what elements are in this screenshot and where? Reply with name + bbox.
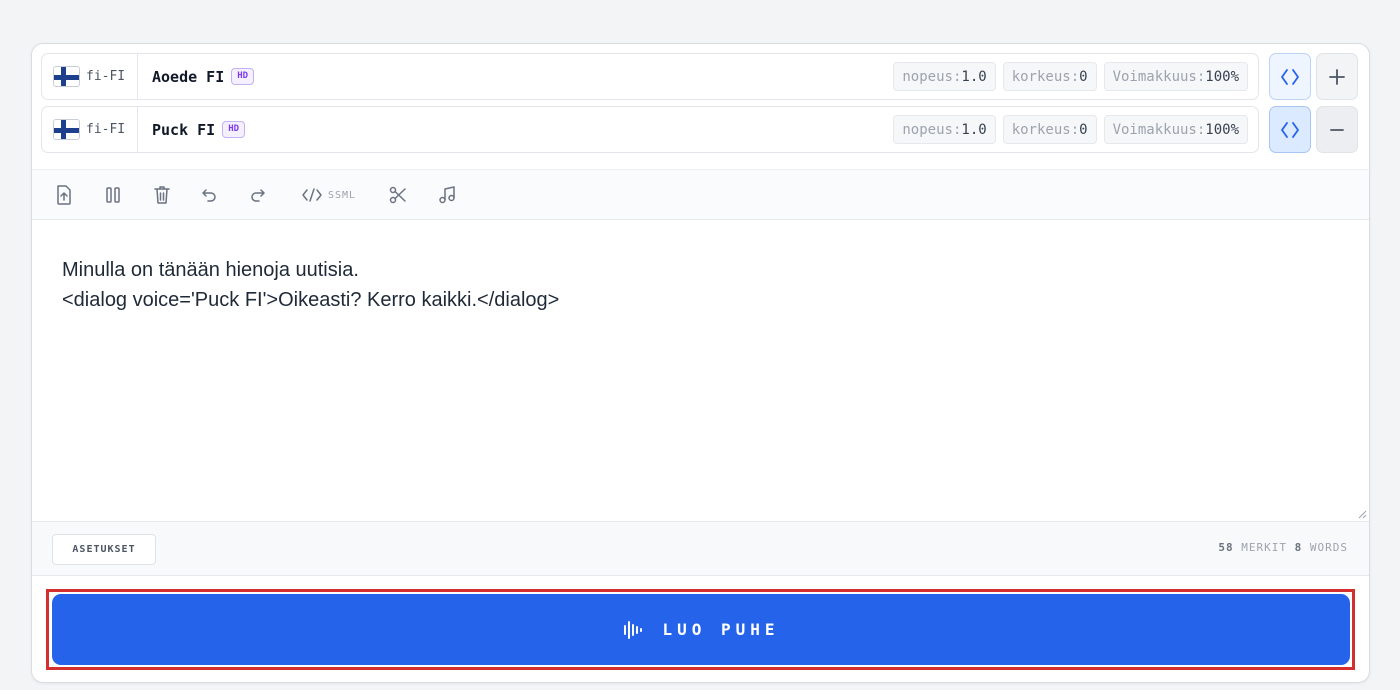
text-stats: 58 MERKIT 8 WORDS: [1218, 541, 1348, 554]
resize-grip-icon[interactable]: [1357, 509, 1367, 519]
voice-params: nopeus: 1.0 korkeus: 0 Voimakkuus: 100%: [893, 62, 1258, 91]
music-note-icon: [439, 186, 455, 204]
volume-param[interactable]: Voimakkuus: 100%: [1103, 62, 1248, 91]
editor-text[interactable]: Minulla on tänään hienoja uutisia. <dial…: [62, 255, 559, 315]
editor-footer: ASETUKSET 58 MERKIT 8 WORDS: [32, 521, 1369, 576]
pause-button[interactable]: [104, 183, 122, 207]
music-button[interactable]: [437, 183, 457, 207]
voice-name[interactable]: Puck FI: [152, 121, 215, 139]
finland-flag-icon: [53, 119, 80, 140]
insert-voice-tag-button[interactable]: [1269, 106, 1311, 153]
ssml-button[interactable]: SSML: [301, 183, 356, 207]
tts-panel: fi-FI Aoede FI HD nopeus: 1.0 korkeus: 0 V…: [31, 43, 1370, 683]
word-label: WORDS: [1309, 541, 1348, 554]
voice-params: nopeus: 1.0 korkeus: 0 Voimakkuus: 100%: [893, 115, 1258, 144]
char-label: MERKIT: [1241, 541, 1287, 554]
char-count: 58: [1218, 541, 1234, 554]
insert-voice-tag-button[interactable]: [1269, 53, 1311, 100]
pause-icon: [106, 187, 120, 203]
settings-button[interactable]: ASETUKSET: [52, 534, 156, 565]
word-count: 8: [1294, 541, 1303, 554]
pitch-param[interactable]: korkeus: 0: [1002, 62, 1097, 91]
upload-icon: [57, 185, 71, 205]
plus-icon: [1329, 68, 1345, 85]
audio-waveform-icon: [624, 620, 643, 639]
volume-param[interactable]: Voimakkuus: 100%: [1103, 115, 1248, 144]
hd-badge: HD: [222, 121, 246, 138]
editor-toolbar: SSML: [32, 169, 1369, 220]
trash-icon: [154, 186, 170, 204]
generate-label: LUO PUHE: [662, 620, 780, 639]
undo-icon: [202, 189, 216, 202]
remove-voice-button[interactable]: [1316, 106, 1358, 153]
code-brackets-icon: [1281, 68, 1299, 85]
generate-speech-button[interactable]: LUO PUHE: [52, 594, 1350, 665]
text-editor[interactable]: Minulla on tänään hienoja uutisia. <dial…: [32, 220, 1369, 521]
voice-row-puck[interactable]: fi-FI Puck FI HD nopeus: 1.0 korkeus: 0 Vo…: [41, 106, 1259, 153]
ssml-label: SSML: [328, 189, 357, 201]
cut-button[interactable]: [388, 183, 408, 207]
hd-badge: HD: [231, 68, 255, 85]
delete-button[interactable]: [152, 183, 172, 207]
redo-button[interactable]: [249, 183, 267, 207]
redo-icon: [251, 189, 265, 202]
scissors-icon: [389, 186, 406, 204]
undo-button[interactable]: [200, 183, 218, 207]
language-code: fi-FI: [86, 122, 126, 137]
language-code: fi-FI: [86, 69, 126, 84]
speed-param[interactable]: nopeus: 1.0: [893, 115, 996, 144]
voice-row-aoede[interactable]: fi-FI Aoede FI HD nopeus: 1.0 korkeus: 0 V…: [41, 53, 1259, 100]
upload-button[interactable]: [54, 183, 74, 207]
speed-param[interactable]: nopeus: 1.0: [893, 62, 996, 91]
ssml-code-icon: [302, 188, 322, 202]
pitch-param[interactable]: korkeus: 0: [1002, 115, 1097, 144]
minus-icon: [1330, 128, 1344, 131]
code-brackets-icon: [1281, 121, 1299, 138]
language-selector[interactable]: fi-FI: [42, 107, 138, 152]
finland-flag-icon: [53, 66, 80, 87]
voice-name[interactable]: Aoede FI: [152, 68, 224, 86]
add-voice-button[interactable]: [1316, 53, 1358, 100]
language-selector[interactable]: fi-FI: [42, 54, 138, 99]
